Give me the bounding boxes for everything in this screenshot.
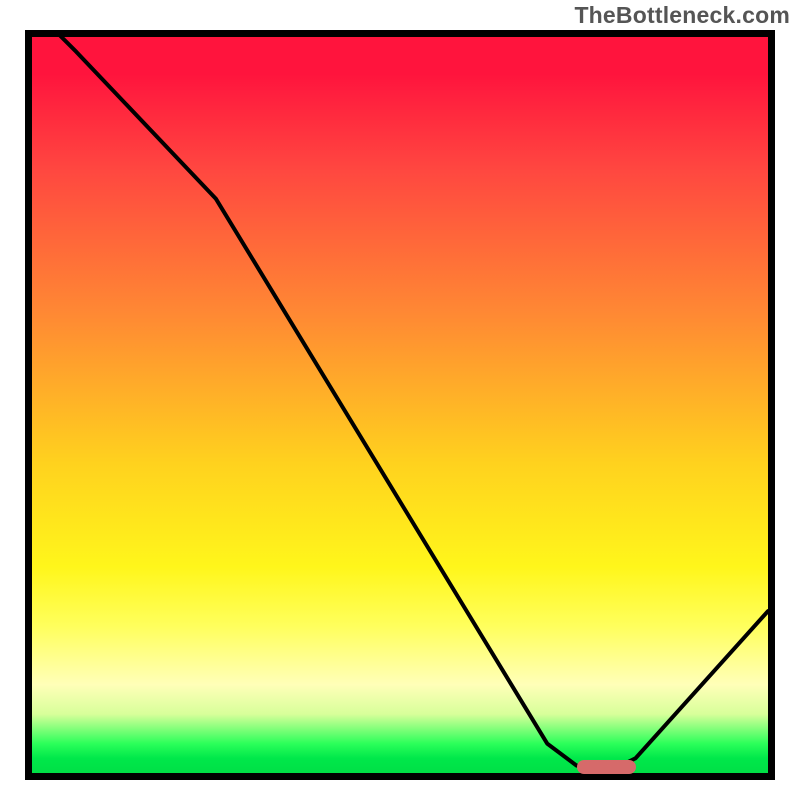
curve-svg xyxy=(32,37,768,773)
chart-frame xyxy=(25,30,775,780)
optimal-range-marker xyxy=(577,760,636,774)
bottleneck-curve xyxy=(32,37,768,766)
watermark-label: TheBottleneck.com xyxy=(574,2,790,29)
chart-container: TheBottleneck.com xyxy=(0,0,800,800)
